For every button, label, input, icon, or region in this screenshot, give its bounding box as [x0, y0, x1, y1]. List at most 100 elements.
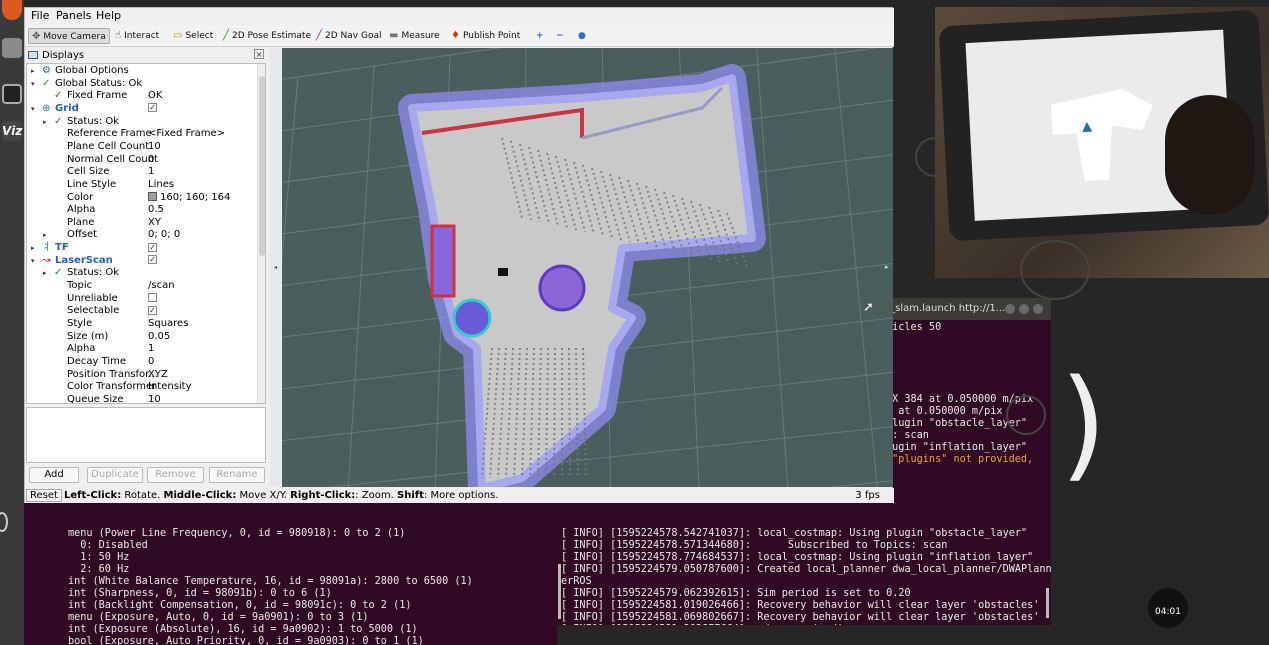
tree-row-cell-size[interactable]: Cell Size 1	[27, 166, 258, 179]
property-value[interactable]: 0	[148, 356, 154, 369]
launcher-app-icon[interactable]	[0, 512, 8, 532]
scrollbar-thumb[interactable]	[259, 76, 265, 256]
displays-tree[interactable]: ▸ ⚙ Global Options ▾ ✓ Global Status: Ok ✓ Fixe…	[26, 63, 266, 404]
property-value[interactable]: Lines	[148, 179, 174, 192]
reset-button[interactable]: Reset	[26, 489, 62, 502]
collapsed-arrow-icon[interactable]: ▸	[31, 65, 35, 78]
tree-row-unreliable[interactable]: Unreliable	[27, 293, 258, 306]
property-value[interactable]: 10	[148, 141, 161, 154]
terminal-scrollbar[interactable]	[558, 564, 561, 619]
terminal-move-base[interactable]: [ INFO] [1595224578.542741037]: local_co…	[557, 498, 1051, 625]
minimize-icon[interactable]	[1005, 304, 1015, 314]
tree-row-line-style[interactable]: Line Style Lines	[27, 179, 258, 192]
tree-row-alpha[interactable]: Alpha 1	[27, 343, 258, 356]
rename-button[interactable]: Rename	[209, 467, 265, 483]
checkbox[interactable]	[148, 293, 157, 303]
checkbox[interactable]: ✓	[148, 255, 157, 265]
checkbox[interactable]: ✓	[148, 305, 157, 315]
tree-row-grid[interactable]: ▾ ⊕ Grid ✓	[27, 103, 258, 116]
property-value[interactable]: ✓	[148, 242, 157, 255]
tree-row-fixed-frame[interactable]: ✓ Fixed Frame OK	[27, 90, 258, 103]
tree-row-position-transfor[interactable]: Position Transfor... XYZ	[27, 369, 258, 382]
files-launcher-icon[interactable]	[2, 38, 22, 58]
tree-row-offset[interactable]: ▸ Offset 0; 0; 0	[27, 229, 258, 242]
firefox-launcher-icon[interactable]	[2, 0, 22, 20]
menu-file[interactable]: File	[31, 9, 49, 22]
tree-row-laserscan[interactable]: ▾ ↝ LaserScan ✓	[27, 255, 258, 268]
tree-row-normal-cell-count[interactable]: Normal Cell Count 0	[27, 154, 258, 167]
maximize-icon[interactable]	[1019, 304, 1029, 314]
color-swatch[interactable]	[148, 192, 157, 201]
menu-panels[interactable]: Panels	[56, 9, 91, 22]
tree-row-status-ok[interactable]: ▸ ✓ Status: Ok	[27, 116, 258, 129]
tree-row-tf[interactable]: ▸ ⺦ TF ✓	[27, 242, 258, 255]
checkbox[interactable]: ✓	[148, 242, 157, 252]
tree-row-status-ok[interactable]: ▸ ✓ Status: Ok	[27, 267, 258, 280]
property-value[interactable]: 10	[148, 394, 161, 403]
property-value[interactable]	[148, 293, 157, 306]
tree-row-color[interactable]: Color 160; 160; 164	[27, 192, 258, 205]
duplicate-button[interactable]: Duplicate	[87, 467, 143, 483]
tree-row-global-options[interactable]: ▸ ⚙ Global Options	[27, 65, 258, 78]
property-value[interactable]: ✓	[148, 305, 157, 318]
collapsed-arrow-icon[interactable]: ▸	[31, 242, 35, 255]
tool-measure[interactable]: ▬ Measure	[386, 28, 443, 44]
tree-row-plane-cell-count[interactable]: Plane Cell Count 10	[27, 141, 258, 154]
expanded-arrow-icon[interactable]: ▾	[31, 78, 35, 91]
add-tool-icon[interactable]: +	[533, 28, 547, 44]
property-value[interactable]: 160; 160; 164	[148, 192, 230, 205]
terminal-launcher-icon[interactable]	[2, 84, 22, 104]
checkbox[interactable]: ✓	[148, 103, 157, 113]
property-value[interactable]: OK	[148, 90, 162, 103]
collapsed-arrow-icon[interactable]: ▸	[43, 116, 47, 129]
property-value[interactable]: 0.5	[148, 204, 164, 217]
tree-row-topic[interactable]: Topic/scan	[27, 280, 258, 293]
property-value[interactable]: /scan	[148, 280, 175, 293]
close-icon[interactable]	[1033, 304, 1043, 314]
collapse-right-panel-icon[interactable]: ▸	[885, 263, 889, 271]
rviz-launcher-icon[interactable]: Viz	[2, 121, 22, 141]
property-value[interactable]: XYZ	[148, 369, 168, 382]
property-value[interactable]: Intensity	[148, 381, 192, 394]
property-value[interactable]: <Fixed Frame>	[148, 128, 225, 141]
tool-2d-nav-goal[interactable]: ╱ 2D Nav Goal	[313, 28, 384, 44]
collapsed-arrow-icon[interactable]: ▸	[43, 267, 47, 280]
add-button[interactable]: Add	[29, 467, 79, 483]
tool-2d-pose-estimate[interactable]: ╱ 2D Pose Estimate	[220, 28, 314, 44]
tool-select[interactable]: ▭ Select	[170, 28, 216, 44]
tree-row-decay-time[interactable]: Decay Time 0	[27, 356, 258, 369]
terminal-scrollbar[interactable]	[1046, 588, 1049, 618]
property-value[interactable]: 1	[148, 166, 154, 179]
3d-render-view[interactable]: ➚ ▸	[282, 48, 893, 487]
property-value[interactable]: 1	[148, 343, 154, 356]
property-value[interactable]: ✓	[148, 255, 157, 268]
property-value[interactable]: XY	[148, 217, 161, 230]
expanded-arrow-icon[interactable]: ▾	[31, 103, 35, 116]
tree-row-plane[interactable]: Plane XY	[27, 217, 258, 230]
remove-tool-icon[interactable]: −	[553, 28, 567, 44]
remove-button[interactable]: Remove	[147, 467, 204, 483]
terminal-camera[interactable]: menu (Power Line Frequency, 0, id = 9809…	[24, 498, 557, 645]
tool-move-camera[interactable]: ✥ Move Camera	[28, 28, 110, 44]
expanded-arrow-icon[interactable]: ▾	[31, 255, 35, 268]
tree-scrollbar[interactable]	[257, 64, 265, 403]
property-value[interactable]: Squares	[148, 318, 188, 331]
tree-row-style[interactable]: Style Squares	[27, 318, 258, 331]
tree-row-alpha[interactable]: Alpha 0.5	[27, 204, 258, 217]
close-icon[interactable]: ×	[254, 49, 264, 59]
property-value[interactable]: 0; 0; 0	[148, 229, 180, 242]
tool-options-icon[interactable]: ●	[575, 28, 589, 44]
tree-row-reference-frame[interactable]: Reference Frame <Fixed Frame>	[27, 128, 258, 141]
collapsed-arrow-icon[interactable]: ▸	[43, 229, 47, 242]
menu-help[interactable]: Help	[96, 9, 121, 22]
tree-row-color-transformer[interactable]: Color Transformer Intensity	[27, 381, 258, 394]
tree-row-global-status-ok[interactable]: ▾ ✓ Global Status: Ok	[27, 78, 258, 91]
tree-row-queue-size[interactable]: Queue Size 10	[27, 394, 258, 403]
property-value[interactable]: ✓	[148, 103, 157, 116]
tree-row-selectable[interactable]: Selectable ✓	[27, 305, 258, 318]
property-value[interactable]: 0.05	[148, 331, 170, 344]
tool-interact[interactable]: ☝ Interact	[112, 28, 162, 44]
tool-publish-point[interactable]: ♦ Publish Point	[448, 28, 523, 44]
property-value[interactable]: 0	[148, 154, 154, 167]
tree-row-size-m[interactable]: Size (m) 0.05	[27, 331, 258, 344]
